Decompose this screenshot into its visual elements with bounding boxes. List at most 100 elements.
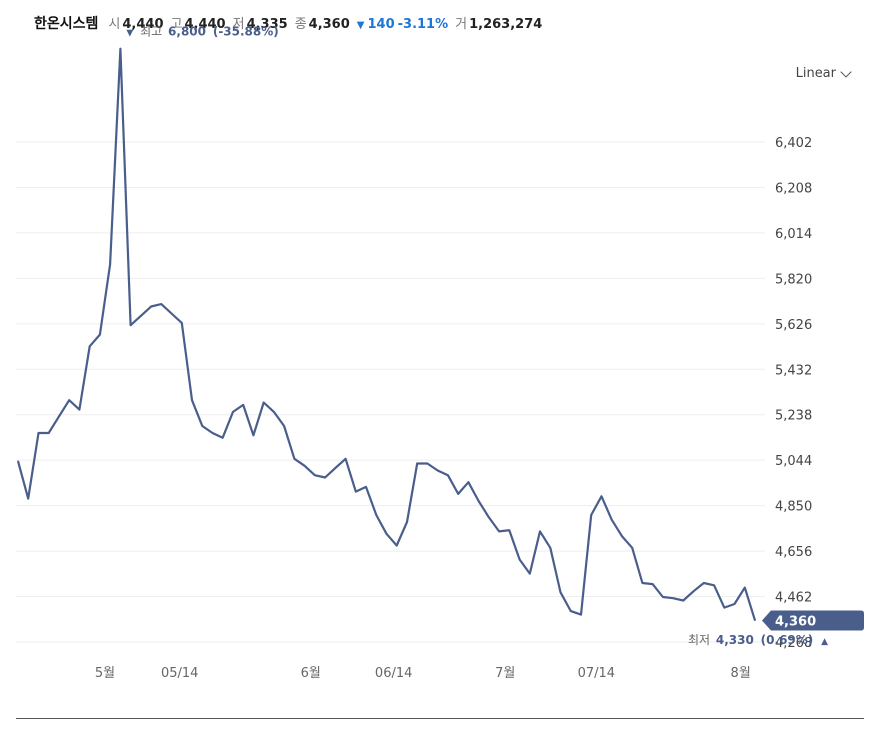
low-label: 최저 bbox=[688, 633, 710, 647]
price-point bbox=[283, 425, 285, 427]
y-tick-label: 4,462 bbox=[775, 591, 812, 606]
x-tick-label: 8월 bbox=[731, 666, 751, 681]
price-point bbox=[744, 587, 746, 589]
price-point bbox=[211, 432, 214, 434]
price-point bbox=[17, 460, 19, 462]
last-price-badge-label: 4,360 bbox=[775, 614, 816, 629]
price-line bbox=[16, 47, 757, 621]
price-point bbox=[754, 619, 756, 622]
price-point bbox=[682, 599, 684, 602]
y-tick-label: 6,014 bbox=[775, 227, 812, 242]
price-point bbox=[600, 495, 603, 497]
price-point bbox=[652, 583, 654, 585]
price-point bbox=[201, 425, 203, 427]
y-tick-label: 5,820 bbox=[775, 272, 812, 287]
price-point bbox=[191, 399, 193, 401]
price-point bbox=[713, 584, 715, 586]
price-point bbox=[375, 514, 377, 516]
price-point bbox=[293, 458, 295, 460]
high-marker: ▼ 최고 6,800 (-35.88%) bbox=[126, 25, 278, 39]
price-point bbox=[89, 345, 91, 347]
x-tick-label: 7월 bbox=[495, 666, 515, 681]
price-point bbox=[242, 404, 244, 406]
x-tick-label: 07/14 bbox=[578, 666, 615, 681]
price-point bbox=[27, 498, 29, 500]
price-point bbox=[140, 315, 142, 317]
price-point bbox=[232, 411, 234, 413]
high-arrow-icon: ▼ bbox=[126, 29, 133, 39]
price-point bbox=[416, 462, 418, 465]
low-marker: 최저 4,330 (0.69%) ▲ bbox=[688, 633, 828, 647]
x-tick-label: 5월 bbox=[95, 666, 115, 681]
price-point bbox=[334, 467, 336, 469]
x-tick-label: 6월 bbox=[301, 666, 321, 681]
high-marker-label: ▼ 최고 6,800 (-35.88%) bbox=[126, 25, 278, 39]
price-point bbox=[99, 333, 101, 336]
high-value: 6,800 bbox=[168, 25, 206, 39]
price-point bbox=[355, 490, 357, 493]
price-point bbox=[478, 500, 480, 502]
price-point bbox=[58, 416, 60, 418]
price-point bbox=[68, 399, 70, 401]
price-point bbox=[406, 521, 408, 523]
price-point bbox=[703, 582, 705, 584]
price-point bbox=[304, 465, 306, 467]
price-point bbox=[365, 486, 367, 488]
price-point bbox=[508, 529, 510, 531]
high-label: 최고 bbox=[140, 25, 162, 39]
price-point bbox=[314, 474, 316, 476]
price-point bbox=[580, 613, 582, 616]
price-point bbox=[129, 324, 132, 326]
price-point bbox=[662, 596, 664, 598]
price-point bbox=[263, 401, 265, 404]
price-point bbox=[549, 547, 551, 549]
price-point bbox=[37, 432, 40, 434]
x-tick-label: 06/14 bbox=[375, 666, 412, 681]
price-point bbox=[222, 437, 224, 439]
y-tick-label: 5,432 bbox=[775, 363, 812, 378]
price-point bbox=[570, 610, 572, 612]
y-axis-labels: 6,402 6,208 6,014 5,820 5,626 5,432 5,238 5,044… bbox=[775, 136, 812, 651]
high-pct: (-35.88%) bbox=[213, 25, 279, 39]
price-point bbox=[498, 530, 500, 533]
price-point bbox=[539, 530, 541, 533]
price-point bbox=[641, 582, 644, 584]
price-point bbox=[181, 322, 183, 324]
price-point bbox=[692, 590, 695, 592]
y-tick-label: 5,238 bbox=[775, 409, 812, 424]
price-point bbox=[590, 514, 592, 516]
price-point bbox=[109, 263, 111, 265]
price-point bbox=[78, 408, 81, 411]
price-point bbox=[396, 544, 398, 547]
price-point bbox=[48, 432, 50, 434]
price-point bbox=[150, 305, 152, 308]
y-tick-label: 6,208 bbox=[775, 181, 812, 196]
low-marker-label: 최저 4,330 (0.69%) ▲ bbox=[688, 633, 828, 647]
low-value: 4,330 bbox=[716, 633, 754, 647]
price-point bbox=[467, 481, 469, 483]
price-point bbox=[324, 476, 326, 479]
price-point bbox=[426, 462, 429, 465]
y-tick-label: 6,402 bbox=[775, 136, 812, 151]
last-price-badge: 4,360 bbox=[762, 610, 864, 631]
x-axis-labels: 5월 05/14 6월 06/14 7월 07/14 8월 bbox=[95, 666, 751, 681]
y-tick-label: 4,850 bbox=[775, 500, 812, 515]
price-point bbox=[518, 558, 521, 561]
price-point bbox=[631, 547, 633, 549]
price-point bbox=[529, 572, 531, 575]
x-tick-label: 05/14 bbox=[161, 666, 198, 681]
price-point bbox=[344, 458, 347, 460]
price-point bbox=[611, 519, 613, 521]
low-arrow-icon: ▲ bbox=[821, 637, 828, 647]
price-point bbox=[385, 533, 388, 535]
y-tick-label: 5,044 bbox=[775, 454, 812, 469]
bottom-divider bbox=[16, 718, 864, 719]
price-point bbox=[170, 312, 173, 315]
price-point bbox=[559, 591, 562, 593]
low-pct: (0.69%) bbox=[761, 633, 814, 647]
grid-lines bbox=[16, 141, 765, 643]
price-point bbox=[160, 303, 162, 305]
price-point bbox=[437, 469, 439, 472]
price-point bbox=[447, 474, 449, 476]
price-point bbox=[252, 434, 255, 436]
